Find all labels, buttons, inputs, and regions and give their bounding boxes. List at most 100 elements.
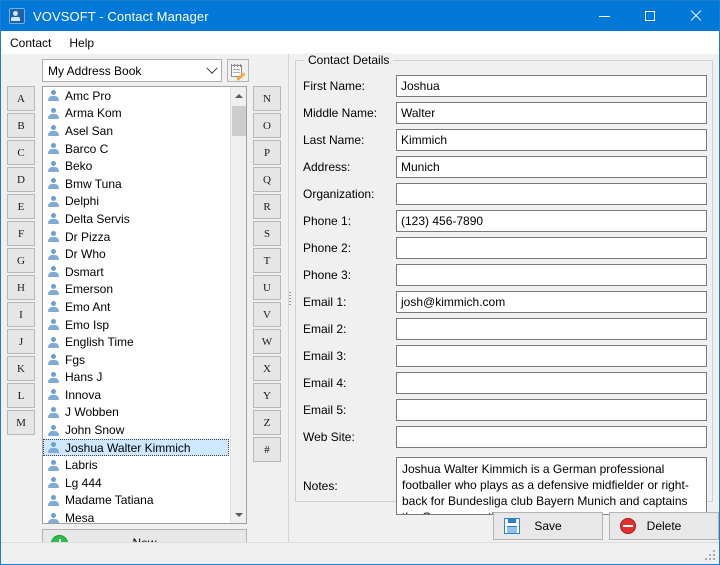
letter-button-h[interactable]: H [7, 275, 35, 300]
person-icon [47, 459, 60, 472]
contact-list-item[interactable]: Lg 444 [43, 474, 229, 492]
field-input-email-4[interactable] [396, 372, 707, 394]
field-input-web-site[interactable] [396, 426, 707, 448]
contact-list-item[interactable]: Amc Pro [43, 87, 229, 105]
field-input-first-name[interactable]: Joshua [396, 75, 707, 97]
field-input-email-3[interactable] [396, 345, 707, 367]
delete-button[interactable]: Delete [609, 512, 719, 540]
letter-button-w[interactable]: W [253, 329, 281, 354]
field-input-organization[interactable] [396, 183, 707, 205]
window-controls [581, 1, 719, 31]
contact-list-item[interactable]: Mesa [43, 509, 229, 523]
letter-button-q[interactable]: Q [253, 167, 281, 192]
maximize-button[interactable] [627, 1, 673, 31]
field-label: Email 3: [303, 349, 396, 363]
letter-button-x[interactable]: X [253, 356, 281, 381]
person-icon [47, 177, 60, 190]
contact-list-item[interactable]: Dsmart [43, 263, 229, 281]
letter-button-i[interactable]: I [7, 302, 35, 327]
contact-list-item[interactable]: Delphi [43, 193, 229, 211]
contact-list-item[interactable]: Arma Kom [43, 105, 229, 123]
field-row: Middle Name:Walter [303, 102, 707, 124]
letter-button-s[interactable]: S [253, 221, 281, 246]
contact-list-item-label: Dsmart [65, 265, 104, 279]
letter-button-c[interactable]: C [7, 140, 35, 165]
menu-item-help[interactable]: Help [60, 34, 103, 52]
letter-button-f[interactable]: F [7, 221, 35, 246]
contact-list[interactable]: Amc ProArma KomAsel SanBarco CBekoBmw Tu… [42, 86, 247, 524]
contact-list-item[interactable]: Emerson [43, 281, 229, 299]
field-input-phone-3[interactable] [396, 264, 707, 286]
contact-list-item-label: Emo Ant [65, 300, 110, 314]
contact-list-item[interactable]: Joshua Walter Kimmich [43, 439, 229, 457]
letter-button-t[interactable]: T [253, 248, 281, 273]
field-input-email-2[interactable] [396, 318, 707, 340]
field-input-email-5[interactable] [396, 399, 707, 421]
field-label: Web Site: [303, 430, 396, 444]
scrollbar-thumb[interactable] [232, 106, 246, 136]
contact-list-item-label: Lg 444 [65, 476, 102, 490]
letter-button-e[interactable]: E [7, 194, 35, 219]
letter-button-r[interactable]: R [253, 194, 281, 219]
contact-list-item[interactable]: Emo Ant [43, 298, 229, 316]
contact-list-item[interactable]: English Time [43, 333, 229, 351]
notes-textarea[interactable]: Joshua Walter Kimmich is a German profes… [396, 457, 707, 515]
contact-list-item[interactable]: Labris [43, 456, 229, 474]
letter-button-y[interactable]: Y [253, 383, 281, 408]
field-input-phone-2[interactable] [396, 237, 707, 259]
contact-list-item[interactable]: Barco C [43, 140, 229, 158]
scroll-down-button[interactable] [231, 506, 247, 523]
scroll-up-button[interactable] [231, 87, 247, 104]
field-row: Phone 2: [303, 237, 707, 259]
field-input-middle-name[interactable]: Walter [396, 102, 707, 124]
contact-list-item[interactable]: Bmw Tuna [43, 175, 229, 193]
letter-button-d[interactable]: D [7, 167, 35, 192]
contact-list-item[interactable]: Fgs [43, 351, 229, 369]
close-button[interactable] [673, 1, 719, 31]
contact-list-item[interactable]: J Wobben [43, 404, 229, 422]
maximize-icon [645, 11, 655, 21]
field-input-phone-1[interactable]: (123) 456-7890 [396, 210, 707, 232]
letter-button-v[interactable]: V [253, 302, 281, 327]
contact-list-scrollbar[interactable] [230, 87, 246, 523]
letter-button-z[interactable]: Z [253, 410, 281, 435]
contact-list-item[interactable]: Asel San [43, 122, 229, 140]
edit-address-book-button[interactable] [227, 59, 249, 82]
main-body: My Address Book ABCDEFGHIJKLM NOPQRSTUVW… [1, 54, 719, 564]
letter-button-n[interactable]: N [253, 86, 281, 111]
letter-button-j[interactable]: J [7, 329, 35, 354]
panel-splitter[interactable] [287, 54, 293, 546]
contact-list-item[interactable]: John Snow [43, 421, 229, 439]
save-button[interactable]: Save [493, 512, 603, 540]
letter-button-b[interactable]: B [7, 113, 35, 138]
contact-list-item[interactable]: Madame Tatiana [43, 492, 229, 510]
letter-button-g[interactable]: G [7, 248, 35, 273]
resize-grip-icon[interactable] [705, 550, 716, 561]
letter-button-hash[interactable]: # [253, 437, 281, 462]
letter-button-u[interactable]: U [253, 275, 281, 300]
contact-list-item[interactable]: Beko [43, 157, 229, 175]
contact-list-item[interactable]: Delta Servis [43, 210, 229, 228]
menu-item-contact[interactable]: Contact [1, 34, 60, 52]
letter-button-p[interactable]: P [253, 140, 281, 165]
action-buttons: Save Delete [295, 512, 713, 542]
letter-button-l[interactable]: L [7, 383, 35, 408]
field-input-email-1[interactable]: josh@kimmich.com [396, 291, 707, 313]
letter-button-k[interactable]: K [7, 356, 35, 381]
field-input-address[interactable]: Munich [396, 156, 707, 178]
field-input-last-name[interactable]: Kimmich [396, 129, 707, 151]
field-label: Email 2: [303, 322, 396, 336]
splitter-grip-icon [289, 292, 291, 306]
contact-list-item[interactable]: Innova [43, 386, 229, 404]
contact-list-item[interactable]: Dr Pizza [43, 228, 229, 246]
contact-list-item[interactable]: Emo Isp [43, 316, 229, 334]
contact-list-item[interactable]: Hans J [43, 369, 229, 387]
contact-list-item[interactable]: Dr Who [43, 245, 229, 263]
address-book-select[interactable]: My Address Book [42, 59, 222, 82]
floppy-disk-icon [504, 518, 520, 534]
field-row: Email 3: [303, 345, 707, 367]
minimize-button[interactable] [581, 1, 627, 31]
letter-button-o[interactable]: O [253, 113, 281, 138]
letter-button-m[interactable]: M [7, 410, 35, 435]
letter-button-a[interactable]: A [7, 86, 35, 111]
